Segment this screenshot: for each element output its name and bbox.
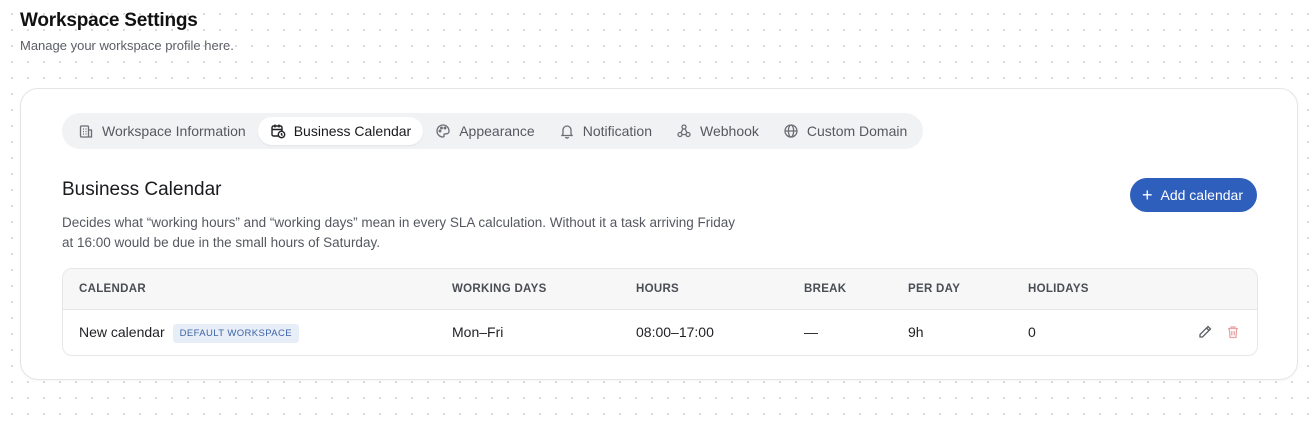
- table-row[interactable]: New calendar DEFAULT WORKSPACE Mon–Fri 08…: [63, 310, 1257, 355]
- column-header-holidays[interactable]: HOLIDAYS: [1028, 269, 1089, 310]
- plus-icon: +: [1141, 185, 1153, 205]
- working-days-cell: Mon–Fri: [452, 324, 504, 340]
- webhook-icon: [676, 123, 692, 139]
- building-icon: [78, 123, 94, 139]
- tab-label: Appearance: [459, 123, 535, 139]
- tab-custom-domain[interactable]: Custom Domain: [771, 117, 919, 145]
- tab-label: Business Calendar: [293, 123, 412, 139]
- palette-icon: [435, 123, 451, 139]
- calendar-table: CALENDAR WORKING DAYS HOURS BREAK PER DA…: [62, 268, 1258, 356]
- edit-icon[interactable]: [1197, 324, 1213, 340]
- table-header: CALENDAR WORKING DAYS HOURS BREAK PER DA…: [63, 269, 1257, 310]
- tab-appearance[interactable]: Appearance: [423, 117, 547, 145]
- column-header-hours[interactable]: HOURS: [636, 269, 679, 310]
- add-calendar-button[interactable]: + Add calendar: [1129, 178, 1257, 212]
- add-calendar-label: Add calendar: [1160, 187, 1243, 203]
- hours-cell: 08:00–17:00: [636, 324, 714, 340]
- tab-label: Custom Domain: [806, 123, 908, 139]
- tab-label: Workspace Information: [102, 123, 246, 139]
- settings-card: Workspace Information Business Calendar …: [20, 88, 1298, 380]
- holidays-cell: 0: [1028, 324, 1036, 340]
- page-title: Workspace Settings: [20, 10, 198, 31]
- tab-business-calendar[interactable]: Business Calendar: [257, 117, 424, 145]
- section-description: Decides what “working hours” and “workin…: [62, 215, 736, 250]
- section-title: Business Calendar: [62, 179, 222, 200]
- column-header-per-day[interactable]: PER DAY: [908, 269, 960, 310]
- calendar-cell: New calendar DEFAULT WORKSPACE: [79, 310, 299, 355]
- column-header-calendar[interactable]: CALENDAR: [79, 269, 146, 310]
- settings-tabs: Workspace Information Business Calendar …: [62, 113, 924, 149]
- break-cell: —: [804, 324, 818, 340]
- tab-webhook[interactable]: Webhook: [664, 117, 771, 145]
- column-header-break[interactable]: BREAK: [804, 269, 846, 310]
- default-badge: DEFAULT WORKSPACE: [172, 323, 299, 343]
- tab-workspace-information[interactable]: Workspace Information: [66, 117, 258, 145]
- tab-label: Notification: [582, 123, 652, 139]
- row-actions: [1197, 324, 1241, 340]
- globe-icon: [783, 123, 799, 139]
- calendar-name: New calendar: [79, 324, 165, 340]
- calendar-clock-icon: [270, 123, 286, 139]
- tab-label: Webhook: [700, 123, 759, 139]
- page-header: Workspace Settings Manage your workspace…: [20, 10, 234, 53]
- trash-icon[interactable]: [1225, 324, 1241, 340]
- column-header-working-days[interactable]: WORKING DAYS: [452, 269, 547, 310]
- bell-icon: [559, 123, 575, 139]
- tab-notification[interactable]: Notification: [547, 117, 664, 145]
- per-day-cell: 9h: [908, 324, 924, 340]
- page-subtitle: Manage your workspace profile here.: [20, 38, 234, 53]
